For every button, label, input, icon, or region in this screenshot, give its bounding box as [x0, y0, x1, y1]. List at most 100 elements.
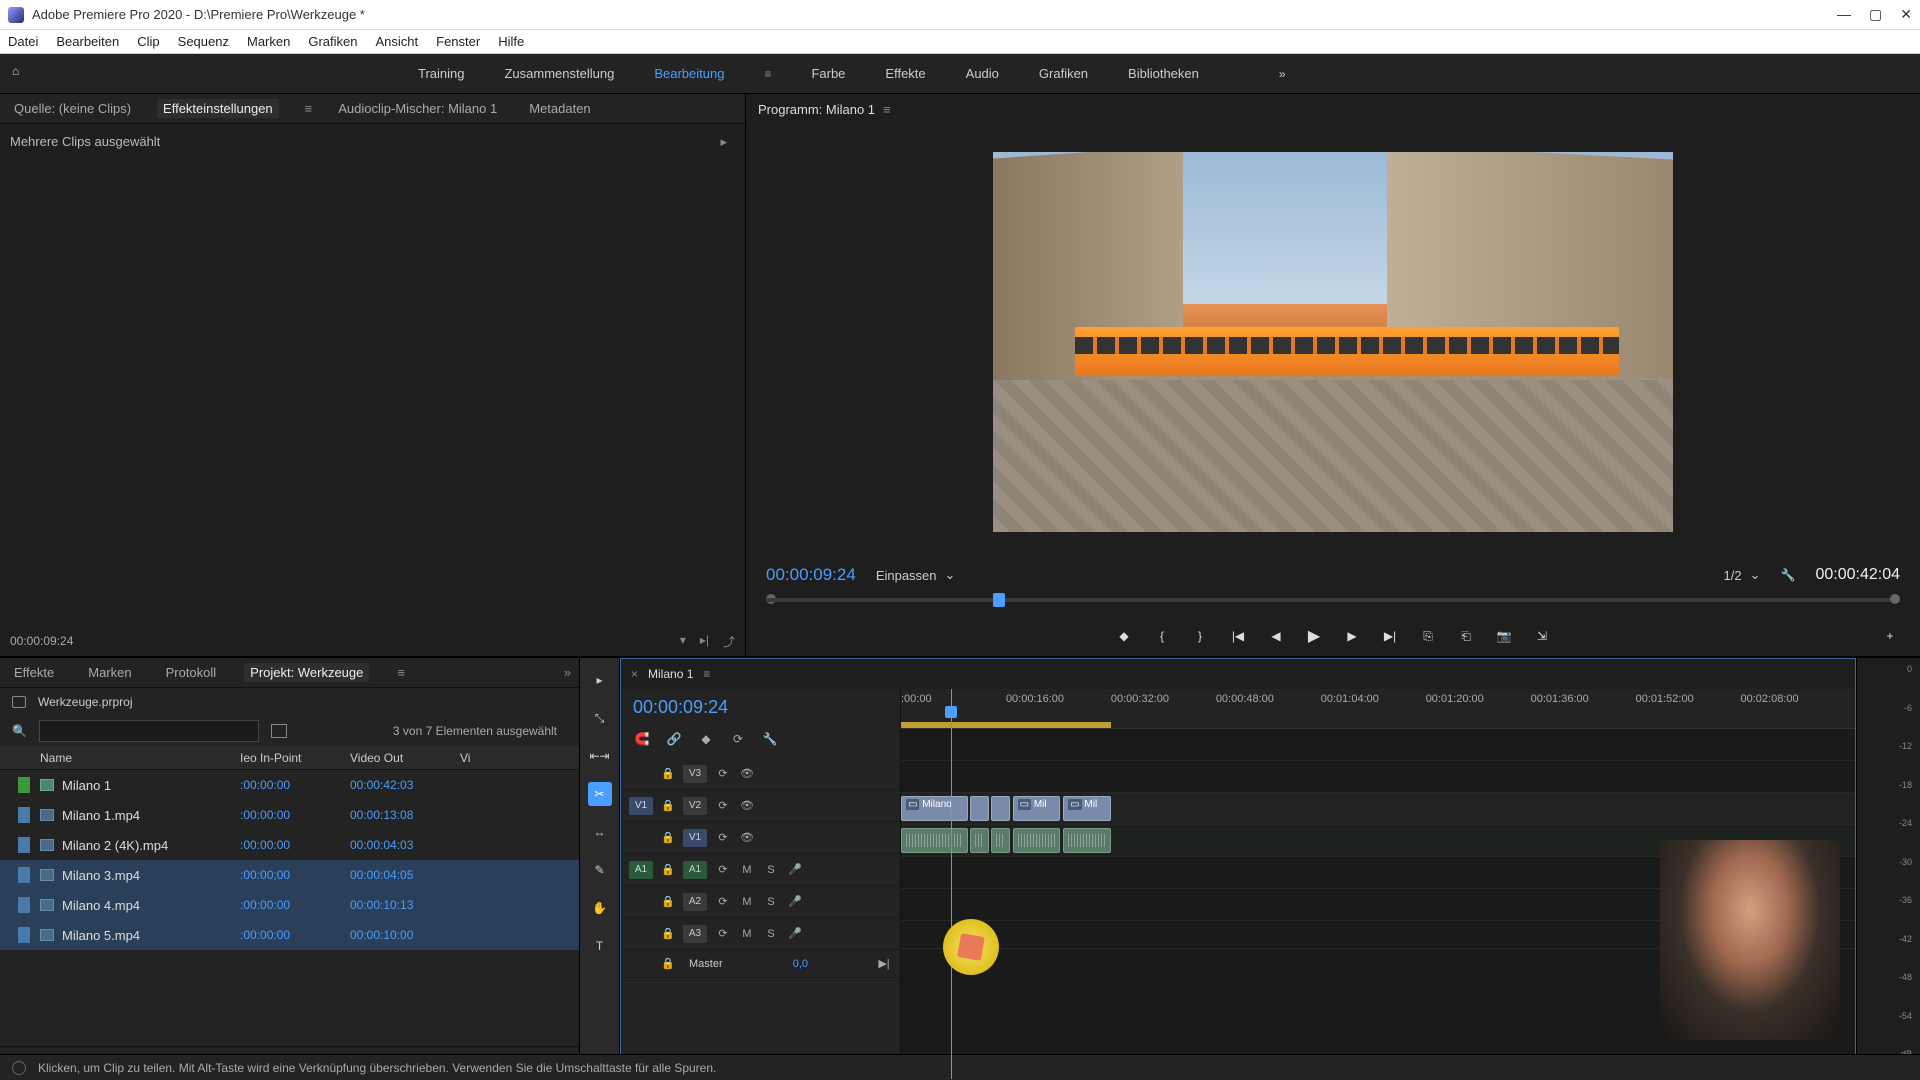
lock-icon[interactable]: 🔒 [661, 799, 675, 812]
export-frame-button[interactable]: 📷 [1494, 626, 1514, 646]
add-marker-icon[interactable]: ◆ [697, 730, 715, 748]
workspace-training[interactable]: Training [418, 62, 464, 85]
item-videoout[interactable]: 00:00:04:03 [350, 838, 460, 852]
voiceover-button[interactable]: 🎤 [787, 863, 803, 877]
menu-sequenz[interactable]: Sequenz [178, 34, 229, 49]
program-scrubber[interactable] [766, 590, 1900, 616]
maximize-button[interactable]: ▢ [1869, 6, 1882, 23]
label-swatch[interactable] [18, 837, 30, 853]
item-inpoint[interactable]: :00:00:00 [240, 808, 350, 822]
item-videoout[interactable]: 00:00:13:08 [350, 808, 460, 822]
video-clip[interactable]: ▭ Milano [901, 796, 968, 821]
track-v3[interactable] [901, 729, 1855, 761]
solo-button[interactable]: S [763, 895, 779, 909]
source-patch[interactable] [629, 765, 653, 783]
label-swatch[interactable] [18, 777, 30, 793]
menu-hilfe[interactable]: Hilfe [498, 34, 524, 49]
source-patch[interactable]: A1 [629, 861, 653, 879]
timeline-timecode[interactable]: 00:00:09:24 [621, 689, 900, 726]
workspace-menu-icon[interactable]: ≡ [764, 67, 771, 81]
project-item[interactable]: Milano 3.mp4:00:00;0000:00:04:05 [0, 860, 579, 890]
workspace-grafiken[interactable]: Grafiken [1039, 62, 1088, 85]
panel-overflow-icon[interactable]: » [564, 665, 571, 680]
track-target[interactable]: V1 [683, 829, 707, 847]
filter-icon[interactable]: ▾ [680, 633, 686, 650]
menu-datei[interactable]: Datei [8, 34, 38, 49]
source-patch[interactable] [629, 829, 653, 847]
workspace-zusammenstellung[interactable]: Zusammenstellung [504, 62, 614, 85]
mute-button[interactable]: M [739, 927, 755, 941]
voiceover-button[interactable]: 🎤 [787, 927, 803, 941]
razor-tool[interactable]: ✂ [588, 782, 612, 806]
tab-quelle[interactable]: Quelle: (keine Clips) [8, 99, 137, 118]
solo-button[interactable]: S [763, 863, 779, 877]
sync-lock-icon[interactable]: ⟳ [715, 927, 731, 941]
snap-icon[interactable]: 🧲 [633, 730, 651, 748]
lock-icon[interactable]: 🔒 [661, 927, 675, 940]
filter-bin-icon[interactable] [271, 724, 287, 738]
source-patch[interactable] [629, 925, 653, 943]
item-videoout[interactable]: 00:00:42:03 [350, 778, 460, 792]
label-swatch[interactable] [18, 867, 30, 883]
mark-in-button[interactable]: { [1152, 626, 1172, 646]
track-target[interactable]: A3 [683, 925, 707, 943]
tab-protokoll[interactable]: Protokoll [160, 663, 223, 682]
item-inpoint[interactable]: :00:00:00 [240, 778, 350, 792]
program-current-timecode[interactable]: 00:00:09:24 [766, 565, 856, 585]
source-patch[interactable]: V1 [629, 797, 653, 815]
workspace-farbe[interactable]: Farbe [811, 62, 845, 85]
play-button[interactable]: ▶ [1304, 626, 1324, 646]
tab-audioclip-mischer[interactable]: Audioclip-Mischer: Milano 1 [332, 99, 503, 118]
track-target[interactable]: A2 [683, 893, 707, 911]
panel-menu-icon[interactable]: ≡ [397, 665, 405, 680]
solo-button[interactable]: S [763, 927, 779, 941]
resolution-dropdown[interactable]: 1/2 ⌄ [1724, 567, 1761, 583]
col-videoout[interactable]: Video Out [350, 751, 460, 765]
comparison-view-button[interactable]: ⇲ [1532, 626, 1552, 646]
item-inpoint[interactable]: :00:00;00 [240, 868, 350, 882]
home-icon[interactable]: ⌂ [12, 64, 32, 84]
video-clip[interactable] [970, 796, 989, 821]
track-target[interactable]: V3 [683, 765, 707, 783]
audio-clip[interactable] [901, 828, 968, 853]
program-monitor[interactable] [993, 152, 1673, 532]
item-videoout[interactable]: 00:00:10:13 [350, 898, 460, 912]
sync-lock-icon[interactable]: ⟳ [715, 767, 731, 781]
project-item[interactable]: Milano 1:00:00:0000:00:42:03 [0, 770, 579, 800]
step-back-button[interactable]: ◀ [1266, 626, 1286, 646]
mark-out-button[interactable]: } [1190, 626, 1210, 646]
video-clip[interactable]: ▭ Mil [1063, 796, 1111, 821]
workspace-bibliotheken[interactable]: Bibliotheken [1128, 62, 1199, 85]
expand-arrow-icon[interactable]: ▸ [720, 134, 727, 150]
toggle-track-output-icon[interactable]: 👁 [739, 767, 755, 781]
col-inpoint[interactable]: Ieo In-Point [240, 751, 350, 765]
sync-lock-icon[interactable]: ⟳ [715, 895, 731, 909]
lock-icon[interactable]: 🔒 [661, 957, 675, 970]
menu-ansicht[interactable]: Ansicht [375, 34, 418, 49]
mute-button[interactable]: M [739, 895, 755, 909]
sync-lock-icon[interactable]: ⟳ [715, 831, 731, 845]
pen-tool[interactable]: ✎ [588, 858, 612, 882]
project-item[interactable]: Milano 1.mp4:00:00:0000:00:13:08 [0, 800, 579, 830]
tab-metadaten[interactable]: Metadaten [523, 99, 596, 118]
tab-projekt[interactable]: Projekt: Werkzeuge [244, 663, 369, 682]
project-item[interactable]: Milano 4.mp4:00:00:0000:00:10:13 [0, 890, 579, 920]
lock-icon[interactable]: 🔒 [661, 863, 675, 876]
timeline-settings-icon[interactable]: ⟳ [729, 730, 747, 748]
close-sequence-button[interactable]: × [631, 667, 638, 681]
track-v1[interactable]: ▭ Milano▭ Mil▭ Mil [901, 793, 1855, 825]
label-swatch[interactable] [18, 897, 30, 913]
timeline-wrench-icon[interactable]: 🔧 [761, 730, 779, 748]
item-videoout[interactable]: 00:00:10:00 [350, 928, 460, 942]
tab-effekteinstellungen[interactable]: Effekteinstellungen [157, 99, 279, 118]
add-marker-button[interactable]: ◆ [1114, 626, 1134, 646]
extract-button[interactable]: ⎗ [1456, 626, 1476, 646]
upload-icon[interactable]: ⤴ [723, 633, 735, 650]
lock-icon[interactable]: 🔒 [661, 831, 675, 844]
sync-lock-icon[interactable]: ⟳ [715, 863, 731, 877]
menu-clip[interactable]: Clip [137, 34, 159, 49]
source-patch[interactable] [629, 893, 653, 911]
sync-lock-icon[interactable]: ⟳ [715, 799, 731, 813]
track-v2[interactable] [901, 761, 1855, 793]
ripple-tool[interactable]: ⇤⇥ [588, 744, 612, 768]
